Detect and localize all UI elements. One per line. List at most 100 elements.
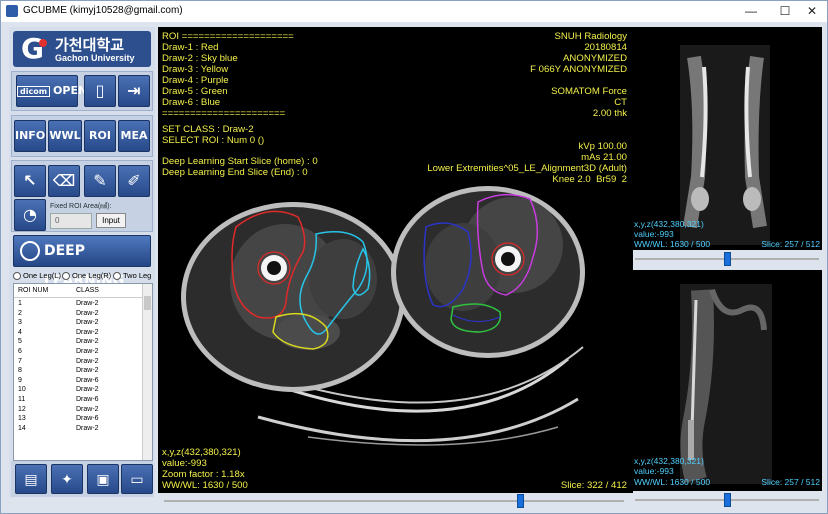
cell-roi-num: 11: [18, 396, 26, 403]
draw-tools-panel: ↖ ⌫ ✎ ✐ ◔ Fixed ROI Area(㎟): 0 Input: [11, 160, 153, 232]
logo-mark: G: [21, 34, 51, 64]
open-label: OPEN: [53, 84, 88, 97]
cell-class: Draw-2: [76, 309, 99, 317]
table-row[interactable]: 5 Draw-2: [14, 338, 142, 348]
roi-area-input-button[interactable]: Input: [96, 213, 126, 228]
paint-icon: ✐: [127, 171, 141, 190]
radio-label: Two Leg: [123, 271, 152, 280]
exit-button[interactable]: ⇥: [118, 75, 150, 107]
radio-dot: [113, 272, 121, 281]
cell-roi-num: 7: [18, 357, 22, 365]
cell-roi-num: 9: [18, 376, 22, 384]
radio-dot: [62, 272, 70, 281]
coronal-viewer[interactable]: x,y,z(432,380,321) value:-993 WW/WL: 163…: [632, 27, 822, 250]
fill-brush-button[interactable]: ✐: [118, 165, 150, 197]
document-icon: ▯: [95, 81, 105, 100]
roi-table-scrollbar[interactable]: [142, 284, 152, 460]
scrollbar-thumb[interactable]: [144, 296, 151, 310]
brush-icon: ✎: [93, 171, 107, 190]
sagittal-viewer[interactable]: x,y,z(432,380,321) value:-993 WW/WL: 163…: [632, 270, 822, 491]
eraser-button[interactable]: ⌫: [48, 165, 80, 197]
axial-viewer[interactable]: ROI ==================== Draw-1 : Red Dr…: [158, 27, 633, 493]
table-row[interactable]: 8 Draw-2: [14, 367, 142, 377]
cell-class: Draw-2: [76, 328, 99, 336]
table-row[interactable]: 14 Draw-2: [14, 425, 142, 435]
save-file-button[interactable]: ▯: [84, 75, 116, 107]
close-button[interactable]: ✕: [797, 1, 827, 22]
roi-table[interactable]: ROI NUM CLASS 1 Draw-2 2 Draw-2 3 Draw-2 4 D…: [13, 283, 153, 461]
draw-brush-button[interactable]: ✎: [84, 165, 116, 197]
pixel-info-overlay: x,y,z(432,380,321) value:-993 Zoom facto…: [162, 447, 248, 491]
logo-english: Gachon University: [55, 53, 135, 63]
deep-learning-button[interactable]: DEEP LEARNING: [13, 235, 151, 289]
radio-label: One Leg(L): [23, 271, 61, 280]
roi-button[interactable]: ROI: [84, 120, 116, 152]
table-row[interactable]: 6 Draw-2: [14, 348, 142, 358]
fixed-roi-area-label: Fixed ROI Area(㎟):: [50, 203, 112, 210]
app-window: GCUBME (kimyj10528@gmail.com) — ☐ ✕ G 가천…: [0, 0, 828, 514]
table-row[interactable]: 11 Draw-6: [14, 396, 142, 406]
axial-slice-slider[interactable]: [164, 492, 624, 510]
gachon-logo: G 가천대학교 Gachon University: [13, 31, 151, 67]
title-bar: GCUBME (kimyj10528@gmail.com) — ☐ ✕: [1, 1, 827, 22]
table-row[interactable]: 9 Draw-6: [14, 377, 142, 387]
sagittal-slice-slider[interactable]: [635, 491, 819, 509]
dicom-open-icon: dicom: [17, 86, 51, 97]
sagittal-value: value:-993: [634, 466, 674, 476]
cell-class: Draw-2: [76, 357, 99, 365]
table-row[interactable]: 13 Draw-6: [14, 415, 142, 425]
folder-all-icon: ▭: [130, 471, 144, 487]
report-button[interactable]: ▤: [15, 464, 47, 494]
slider-knob[interactable]: [517, 494, 525, 508]
coronal-value: value:-993: [634, 229, 674, 239]
table-row[interactable]: 1 Draw-2: [14, 300, 142, 310]
cell-class: Draw-2: [76, 338, 99, 346]
save-button[interactable]: ▣: [87, 464, 119, 494]
table-row[interactable]: 7 Draw-2: [14, 358, 142, 368]
radio-two-leg[interactable]: Two Leg: [113, 271, 152, 281]
roi-area-button[interactable]: ◔: [14, 199, 46, 231]
cell-class: Draw-2: [76, 300, 99, 307]
cell-class: Draw-2: [76, 386, 99, 394]
save-all-button[interactable]: ▭: [121, 464, 153, 494]
radio-one-leg-right[interactable]: One Leg(R): [62, 271, 111, 281]
view-tools-panel: INFO WWL ROI MEA: [11, 115, 153, 157]
slice-indicator: Slice: 322 / 412: [560, 480, 627, 491]
roi-table-header: ROI NUM CLASS: [14, 284, 142, 298]
cell-roi-num: 10: [18, 386, 26, 394]
cell-roi-num: 8: [18, 367, 22, 375]
coronal-slice-slider[interactable]: [635, 250, 819, 268]
fixed-roi-area-input[interactable]: 0: [50, 213, 92, 229]
exit-door-icon: ⇥: [127, 81, 141, 100]
column-class: CLASS: [76, 287, 99, 294]
deep-learning-slice-overlay: Deep Learning Start Slice (home) : 0 Dee…: [162, 156, 318, 178]
floppy-disk-icon: ▣: [96, 471, 110, 487]
maximize-button[interactable]: ☐: [770, 1, 800, 22]
sidebar: G 가천대학교 Gachon University dicom OPEN ▯ ⇥ …: [9, 27, 155, 497]
table-row[interactable]: 12 Draw-2: [14, 406, 142, 416]
sagittal-coords: x,y,z(432,380,321): [634, 456, 704, 466]
coronal-ct-image: [680, 45, 770, 245]
analysis-button[interactable]: ✦: [51, 464, 83, 494]
table-row[interactable]: 3 Draw-2: [14, 319, 142, 329]
open-button[interactable]: dicom OPEN: [16, 75, 87, 107]
slider-knob[interactable]: [723, 493, 731, 507]
measure-button[interactable]: MEA: [118, 120, 150, 152]
table-row[interactable]: 10 Draw-2: [14, 386, 142, 396]
study-info-overlay: SNUH Radiology 20180814 ANONYMIZED F 066…: [427, 31, 627, 185]
select-pointer-button[interactable]: ↖: [14, 165, 46, 197]
table-row[interactable]: 4 Draw-2: [14, 329, 142, 339]
cell-roi-num: 2: [18, 309, 22, 317]
app-icon: [6, 5, 18, 17]
info-button[interactable]: INFO: [14, 120, 46, 152]
cell-roi-num: 12: [18, 405, 26, 413]
cell-roi-num: 14: [18, 424, 26, 432]
table-row[interactable]: 2 Draw-2: [14, 310, 142, 320]
slider-knob[interactable]: [723, 252, 731, 266]
coronal-slice: Slice: 257 / 512: [761, 239, 820, 249]
wwl-button[interactable]: WWL: [48, 120, 82, 152]
cell-roi-num: 3: [18, 319, 22, 327]
minimize-button[interactable]: —: [736, 1, 766, 22]
radio-one-leg-left[interactable]: One Leg(L): [13, 271, 61, 281]
radio-dot: [13, 272, 21, 281]
